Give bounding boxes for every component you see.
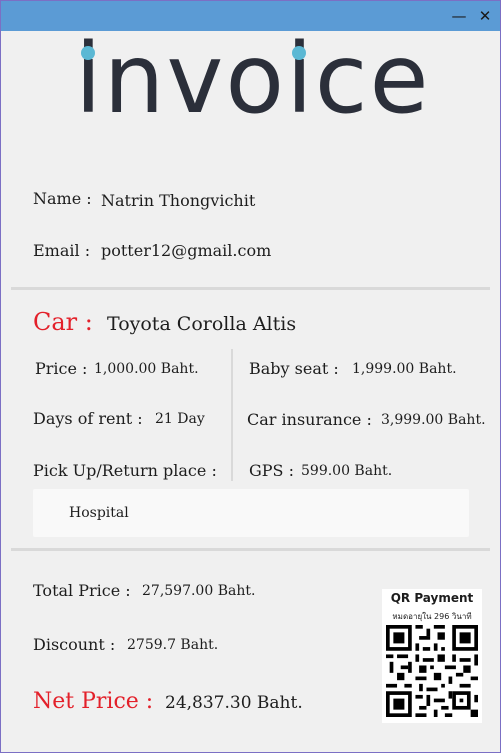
invoice-window: — ✕ invoice Name : Natrin Thongvichit Em…	[0, 0, 501, 753]
car-label: Car :	[33, 308, 93, 336]
pickup-place-value: Hospital	[69, 505, 129, 521]
price-label: Price :	[35, 359, 88, 378]
car-value: Toyota Corolla Altis	[107, 313, 297, 335]
price-value: 1,000.00 Baht.	[94, 361, 199, 377]
baby-seat-label: Baby seat :	[249, 359, 339, 378]
qr-expiry-text: หมดอายุใน 296 วินาที	[392, 612, 472, 621]
gps-value: 599.00 Baht.	[301, 463, 393, 479]
logo-text: invoice	[75, 23, 431, 135]
pickup-return-label: Pick Up/Return place :	[33, 461, 217, 480]
minimize-button[interactable]: —	[447, 4, 471, 28]
days-of-rent-value: 21 Day	[155, 411, 205, 427]
email-value: potter12@gmail.com	[101, 241, 272, 260]
qr-payment-title: QR Payment	[390, 591, 474, 605]
discount-label: Discount :	[33, 635, 116, 654]
column-divider	[231, 349, 233, 481]
logo-dot-i2	[292, 46, 306, 60]
car-insurance-value: 3,999.00 Baht.	[381, 412, 486, 428]
baby-seat-value: 1,999.00 Baht.	[352, 361, 457, 377]
car-insurance-label: Car insurance :	[247, 410, 372, 429]
close-button[interactable]: ✕	[473, 4, 497, 28]
total-price-label: Total Price :	[33, 581, 131, 600]
email-label: Email :	[33, 241, 91, 260]
name-label: Name :	[33, 189, 92, 208]
invoice-logo: invoice	[75, 31, 435, 135]
qr-payment-panel: QR Payment หมดอายุใน 296 วินาที	[382, 589, 482, 723]
logo-dot-i	[81, 46, 95, 60]
gps-label: GPS :	[249, 461, 294, 480]
net-price-value: 24,837.30 Baht.	[165, 693, 303, 713]
discount-value: 2759.7 Baht.	[127, 637, 219, 653]
name-value: Natrin Thongvichit	[101, 191, 256, 210]
net-price-label: Net Price :	[33, 689, 154, 714]
total-price-value: 27,597.00 Baht.	[142, 583, 256, 599]
qr-code-icon	[386, 625, 478, 717]
section-divider-top	[11, 287, 490, 290]
pickup-place-field: Hospital	[33, 489, 469, 537]
days-of-rent-label: Days of rent :	[33, 409, 143, 428]
section-divider-bottom	[11, 548, 490, 551]
